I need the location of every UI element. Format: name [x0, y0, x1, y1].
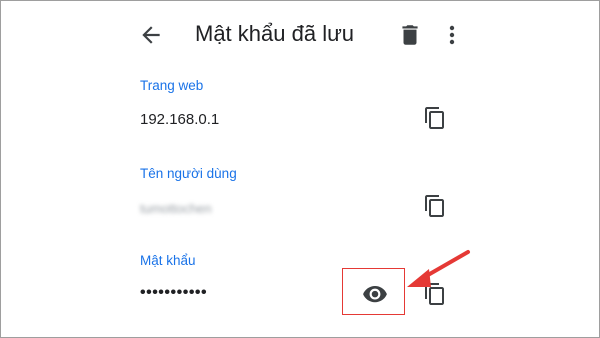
trash-icon: [402, 25, 418, 45]
password-label: Mật khẩu: [140, 253, 196, 268]
website-value: 192.168.0.1: [140, 111, 220, 128]
annotation-arrow-icon: [401, 247, 473, 295]
saved-password-screen: Mật khẩu đã lưu Trang web 192.168.0.1 Tê…: [0, 0, 600, 338]
website-label: Trang web: [140, 78, 204, 93]
username-label: Tên người dùng: [140, 166, 237, 181]
show-password-button[interactable]: [362, 282, 388, 304]
copy-username-button[interactable]: [423, 194, 447, 218]
eye-icon: [363, 285, 387, 303]
username-value: tumottochen: [140, 201, 212, 216]
back-button[interactable]: [138, 22, 164, 48]
arrow-back-icon: [142, 26, 160, 44]
more-options-button[interactable]: [441, 22, 463, 48]
password-value: •••••••••••: [140, 284, 208, 301]
delete-button[interactable]: [397, 22, 423, 48]
copy-icon: [425, 195, 444, 217]
copy-icon: [425, 107, 444, 129]
page-title: Mật khẩu đã lưu: [195, 21, 355, 46]
top-app-bar: Mật khẩu đã lưu: [1, 1, 599, 67]
copy-website-button[interactable]: [423, 106, 447, 130]
more-vert-icon: [449, 25, 455, 45]
